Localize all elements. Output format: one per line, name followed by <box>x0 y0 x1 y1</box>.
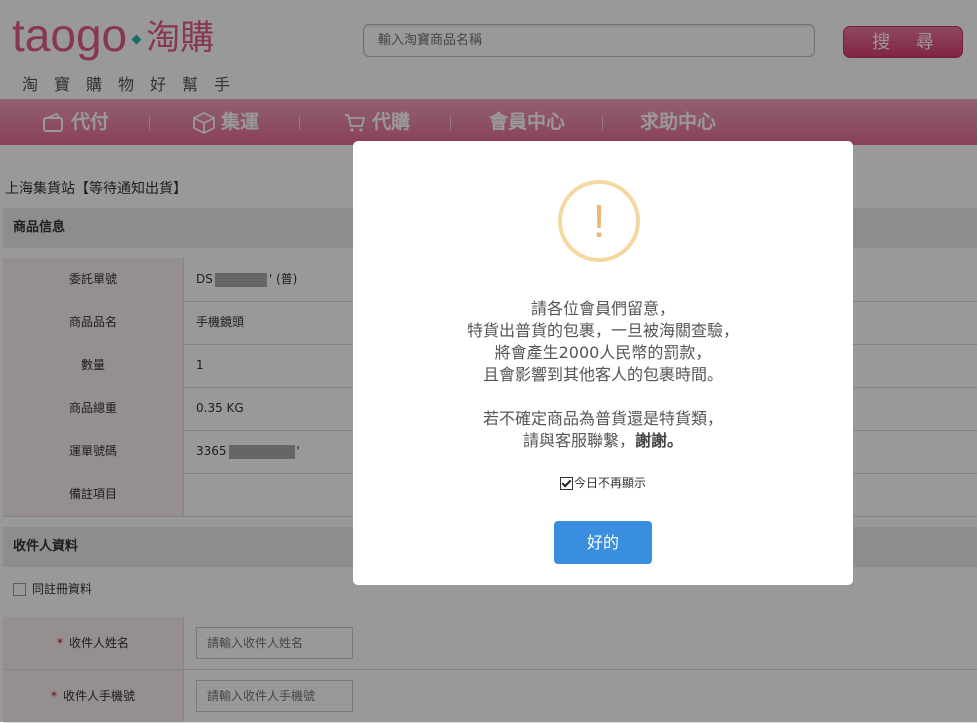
modal-line: 將會產生2000人民幣的罰款， <box>494 343 712 362</box>
dont-show-label: 今日不再顯示 <box>573 476 646 490</box>
warning-icon: ! <box>558 180 640 262</box>
modal-line: 且會影響到其他客人的包裹時間。 <box>482 365 723 384</box>
ok-button[interactable]: 好的 <box>554 521 652 564</box>
modal-line: 請與客服聯繫，謝謝。 <box>522 431 684 450</box>
modal-line: 特貨出普貨的包裹，一旦被海關查驗， <box>466 321 739 340</box>
modal-message: 請各位會員們留意， 特貨出普貨的包裹，一旦被海關查驗， 將會產生2000人民幣的… <box>353 298 853 452</box>
modal-line: 請各位會員們留意， <box>530 299 675 318</box>
notice-modal: ! 請各位會員們留意， 特貨出普貨的包裹，一旦被海關查驗， 將會產生2000人民… <box>353 141 853 585</box>
dont-show-checkbox[interactable] <box>559 477 573 490</box>
dont-show-today-option[interactable]: 今日不再顯示 <box>353 474 853 491</box>
modal-line: 若不確定商品為普貨還是特貨類， <box>482 409 723 428</box>
